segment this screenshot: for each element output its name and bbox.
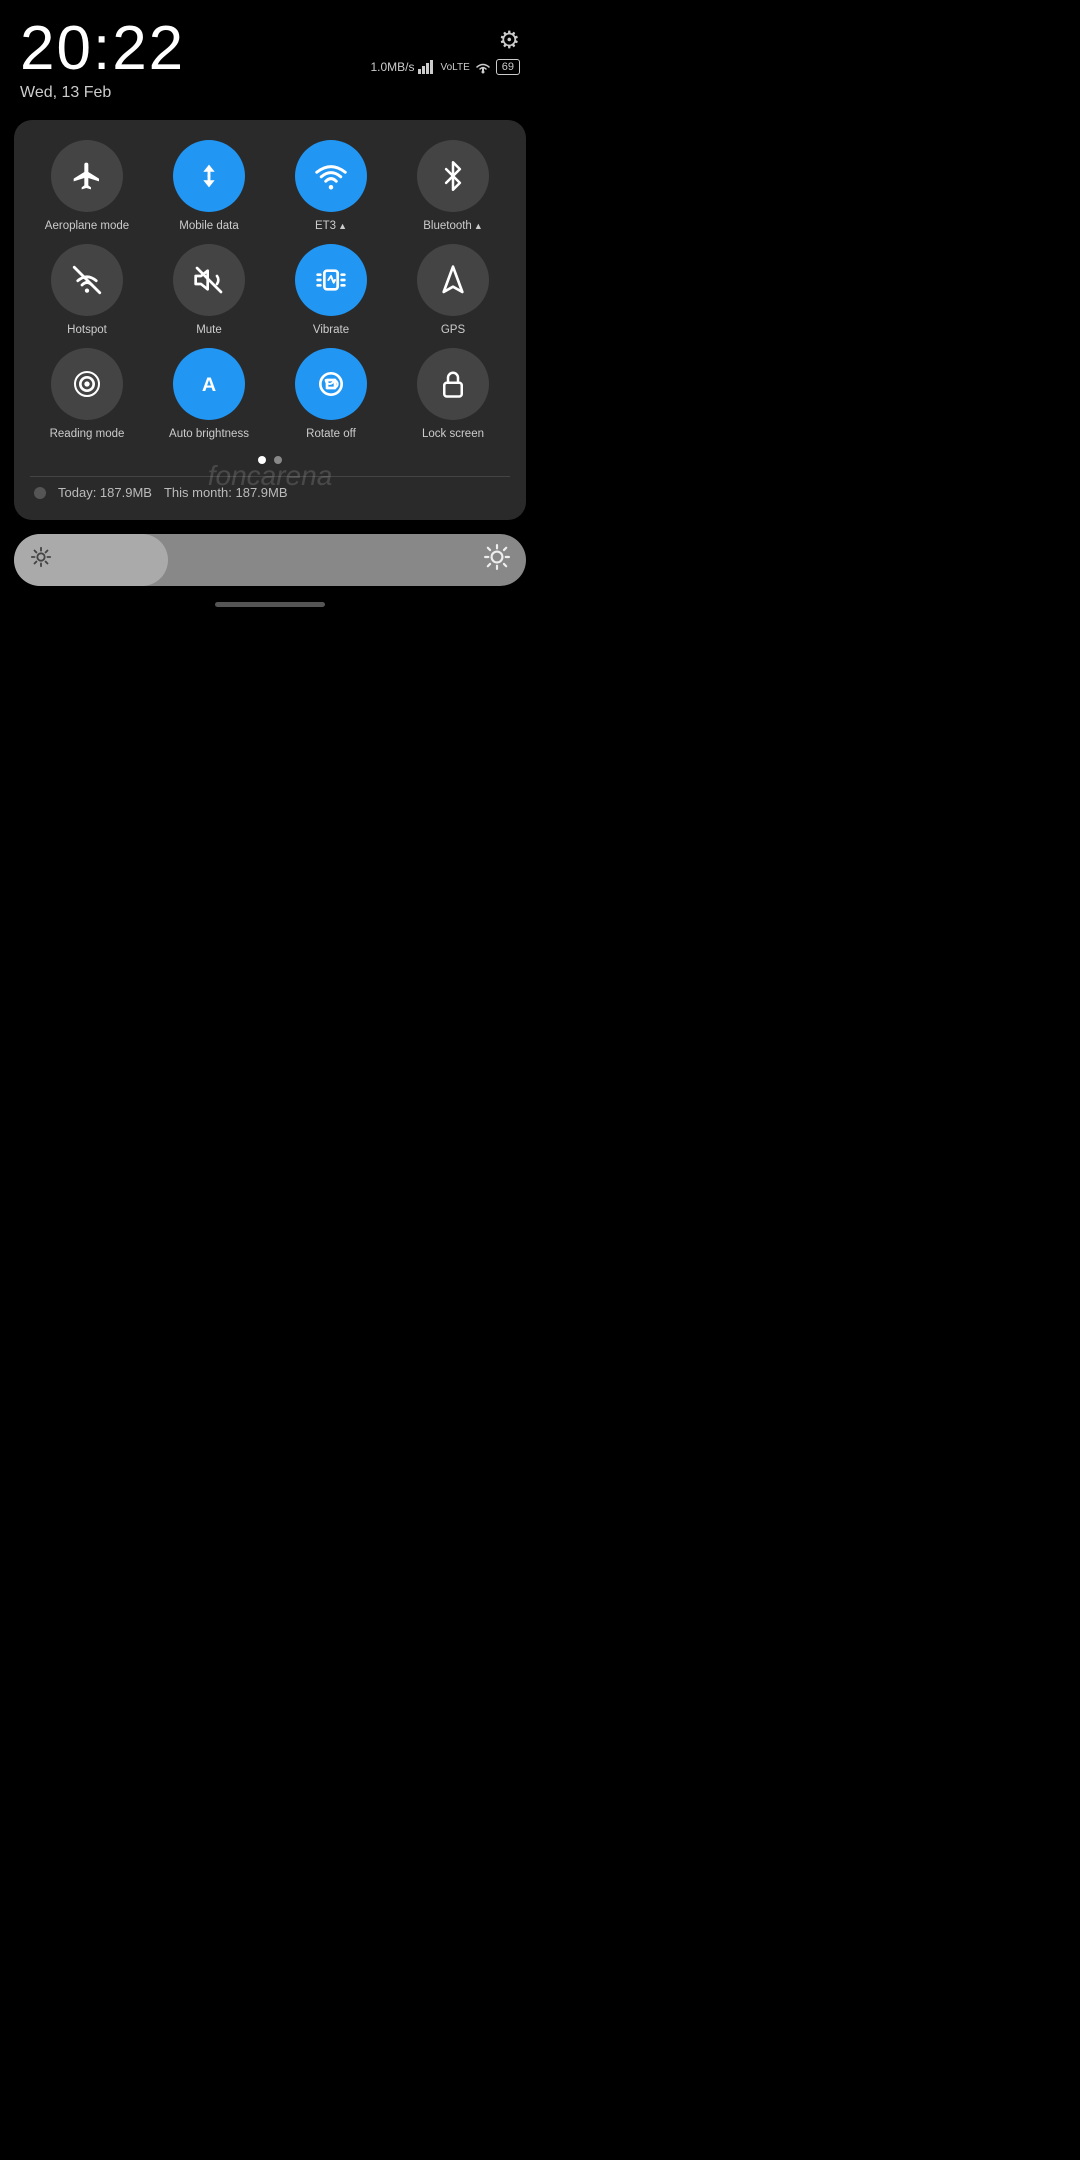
- status-bar: 20:22 Wed, 13 Feb ⚙ 1.0MB/s VoLTE: [0, 0, 540, 110]
- hotspot-circle[interactable]: [51, 244, 123, 316]
- status-indicators: 1.0MB/s VoLTE 69: [370, 59, 520, 75]
- vibrate-label: Vibrate: [313, 324, 349, 336]
- status-right: ⚙ 1.0MB/s VoLTE: [370, 18, 520, 75]
- wifi-label: ET3 ▲: [315, 220, 347, 232]
- quick-settings-panel: Aeroplane mode Mobile data: [14, 120, 526, 520]
- data-usage-bar: Today: 187.9MB This month: 187.9MB: [30, 476, 510, 504]
- toggle-aeroplane[interactable]: Aeroplane mode: [30, 140, 144, 232]
- wifi-circle[interactable]: [295, 140, 367, 212]
- toggle-mute[interactable]: Mute: [152, 244, 266, 336]
- signal-icon: [418, 60, 436, 74]
- toggle-bluetooth[interactable]: Bluetooth ▲: [396, 140, 510, 232]
- brightness-high-icon: [484, 544, 510, 576]
- brightness-slider[interactable]: [14, 534, 526, 586]
- home-indicator: [0, 602, 540, 607]
- mute-label: Mute: [196, 324, 222, 336]
- battery-indicator: 69: [496, 59, 520, 75]
- lockscreen-circle[interactable]: [417, 348, 489, 420]
- clock: 20:22: [20, 18, 185, 80]
- wifi-arrow: ▲: [338, 221, 347, 231]
- toggle-lockscreen[interactable]: Lock screen: [396, 348, 510, 440]
- status-left: 20:22 Wed, 13 Feb: [20, 18, 185, 102]
- page-dot-1[interactable]: [258, 456, 266, 464]
- rotateoff-label: Rotate off: [306, 428, 356, 440]
- aeroplane-circle[interactable]: [51, 140, 123, 212]
- toggle-rotateoff[interactable]: Rotate off: [274, 348, 388, 440]
- network-speed: 1.0MB/s: [370, 60, 414, 74]
- brightness-low-icon: [30, 546, 52, 574]
- toggle-grid: Aeroplane mode Mobile data: [30, 140, 510, 440]
- hotspot-label: Hotspot: [67, 324, 107, 336]
- mobiledata-circle[interactable]: [173, 140, 245, 212]
- autobrightness-label: Auto brightness: [169, 428, 249, 440]
- svg-text:A: A: [202, 374, 216, 396]
- mute-circle[interactable]: [173, 244, 245, 316]
- page-indicators: [30, 456, 510, 464]
- mobiledata-label: Mobile data: [179, 220, 238, 232]
- rotateoff-circle[interactable]: [295, 348, 367, 420]
- gps-circle[interactable]: [417, 244, 489, 316]
- autobrightness-circle[interactable]: A: [173, 348, 245, 420]
- home-bar[interactable]: [215, 602, 325, 607]
- data-dot-icon: [34, 487, 46, 499]
- bluetooth-circle[interactable]: [417, 140, 489, 212]
- volte-icon: VoLTE: [440, 62, 469, 73]
- gps-label: GPS: [441, 324, 465, 336]
- toggle-gps[interactable]: GPS: [396, 244, 510, 336]
- toggle-mobiledata[interactable]: Mobile data: [152, 140, 266, 232]
- vibrate-circle[interactable]: [295, 244, 367, 316]
- readingmode-circle[interactable]: [51, 348, 123, 420]
- data-month: This month: 187.9MB: [164, 485, 288, 500]
- toggle-autobrightness[interactable]: A Auto brightness: [152, 348, 266, 440]
- lockscreen-label: Lock screen: [422, 428, 484, 440]
- settings-icon[interactable]: ⚙: [498, 26, 520, 55]
- data-today: Today: 187.9MB: [58, 485, 152, 500]
- toggle-readingmode[interactable]: Reading mode: [30, 348, 144, 440]
- toggle-wifi[interactable]: ET3 ▲: [274, 140, 388, 232]
- bluetooth-arrow: ▲: [474, 221, 483, 231]
- readingmode-label: Reading mode: [50, 428, 125, 440]
- toggle-vibrate[interactable]: Vibrate: [274, 244, 388, 336]
- bluetooth-label: Bluetooth ▲: [423, 220, 483, 232]
- date: Wed, 13 Feb: [20, 84, 185, 102]
- aeroplane-label: Aeroplane mode: [45, 220, 129, 232]
- wifi-status-icon: [474, 60, 492, 74]
- toggle-hotspot[interactable]: Hotspot: [30, 244, 144, 336]
- page-dot-2[interactable]: [274, 456, 282, 464]
